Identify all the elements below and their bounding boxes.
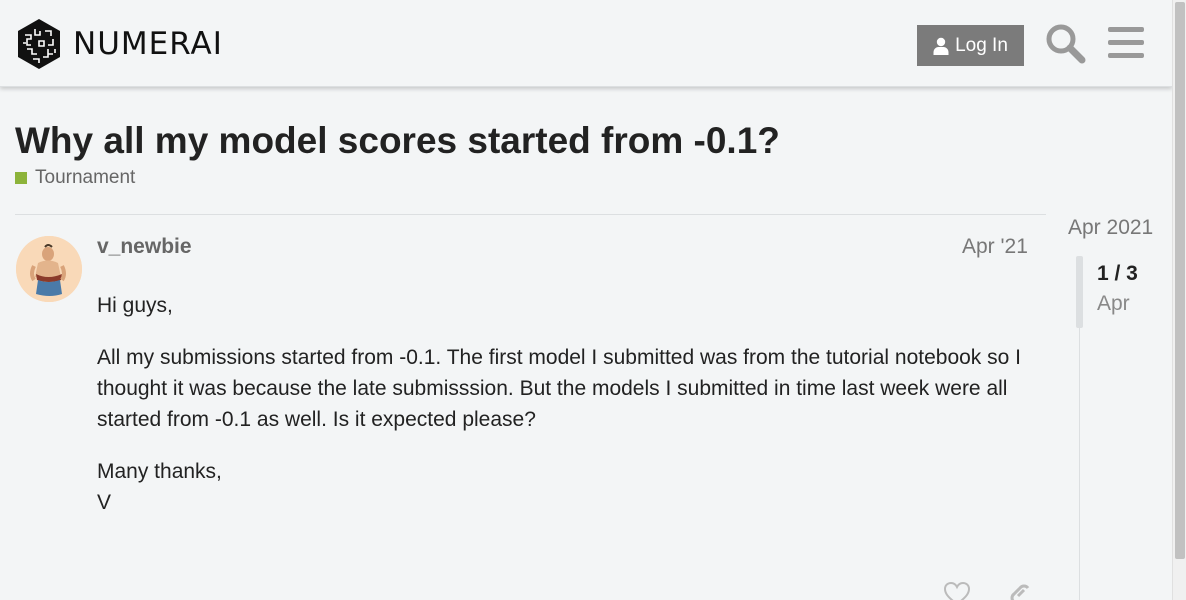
hamburger-menu-icon[interactable]	[1106, 24, 1146, 62]
post-date[interactable]: Apr '21	[962, 235, 1028, 259]
numerai-logo-icon	[18, 19, 60, 69]
topic-title[interactable]: Why all my model scores started from -0.…	[15, 120, 780, 162]
category-badge[interactable]: Tournament	[15, 167, 135, 189]
signoff-line: V	[97, 491, 112, 514]
avatar-image	[16, 236, 82, 302]
topic-divider	[15, 214, 1046, 215]
login-label: Log In	[955, 34, 1008, 56]
category-color-swatch	[15, 172, 27, 184]
post-username[interactable]: v_newbie	[97, 235, 192, 259]
timeline-current-date: Apr	[1097, 292, 1130, 315]
signoff-line: Many thanks,	[97, 460, 222, 483]
category-name: Tournament	[35, 167, 136, 188]
search-icon[interactable]	[1044, 22, 1086, 64]
user-icon	[933, 37, 949, 55]
page-scrollbar[interactable]	[1172, 0, 1186, 600]
heart-icon[interactable]	[943, 582, 971, 600]
post-paragraph: Hi guys,	[97, 294, 173, 317]
link-icon[interactable]	[1006, 582, 1034, 600]
login-button[interactable]: Log In	[917, 25, 1024, 66]
post-paragraph: All my submissions started from -0.1. Th…	[97, 346, 1021, 431]
timeline-post-count: 1 / 3	[1097, 262, 1138, 285]
scrollbar-thumb[interactable]	[1175, 2, 1185, 559]
avatar[interactable]	[16, 236, 82, 302]
site-header: NUMERAI Log In	[0, 0, 1172, 87]
site-logo[interactable]: NUMERAI	[15, 17, 223, 71]
brand-name: NUMERAI	[73, 26, 223, 62]
timeline-start-date[interactable]: Apr 2021	[1068, 216, 1153, 240]
post-signoff: Many thanks, V	[97, 456, 1032, 518]
timeline-handle[interactable]	[1076, 256, 1083, 328]
post-body: Hi guys, All my submissions started from…	[97, 290, 1032, 539]
